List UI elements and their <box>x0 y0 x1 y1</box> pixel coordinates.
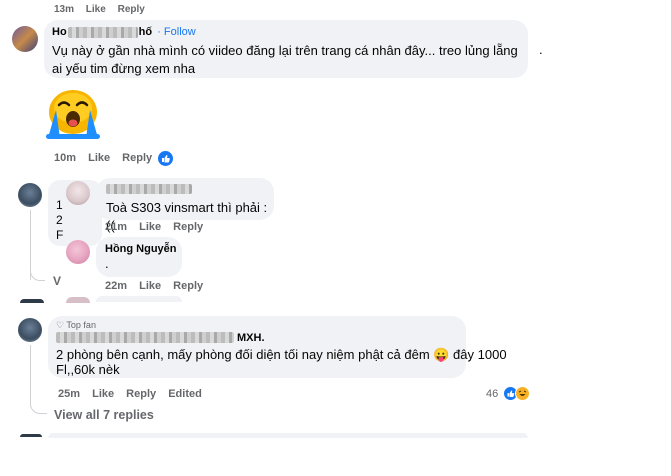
comment3-author-name-end[interactable]: MXH. <box>237 332 265 344</box>
reply2-reply-button[interactable]: Reply <box>173 280 203 292</box>
comment3-reaction-count: 46 <box>486 387 499 400</box>
reply2-text: . <box>105 256 109 271</box>
reply1-author-name-blur[interactable] <box>106 184 192 194</box>
comment3-like-button[interactable]: Like <box>92 388 114 400</box>
comment3-text-line1: 2 phòng bên cạnh, mấy phòng đối diện tối… <box>56 347 507 362</box>
comment3-meta-row: 25m Like Reply Edited <box>58 388 211 400</box>
top-meta-reply[interactable]: Reply <box>118 4 145 15</box>
reply1-reply-button[interactable]: Reply <box>173 221 203 233</box>
left-avatar-partial <box>20 299 44 303</box>
partial-letter-3: F <box>56 228 64 242</box>
comment3-author-name-blur[interactable] <box>56 332 234 343</box>
reply3-bubble-partial <box>96 296 182 302</box>
comment1-author-name-start[interactable]: Ho <box>52 26 67 38</box>
top-fan-label: Top fan <box>66 320 96 330</box>
comment3-time: 25m <box>58 388 81 400</box>
thread-curve-comment3 <box>30 395 47 414</box>
stray-dot: . <box>539 42 543 57</box>
comment1-reply-button[interactable]: Reply <box>122 152 152 164</box>
follow-link[interactable]: · Follow <box>157 26 196 38</box>
view-all-replies-link[interactable]: View all 7 replies <box>54 408 154 422</box>
reply1-time: 21m <box>105 221 128 233</box>
reply2-time: 22m <box>105 280 128 292</box>
bottom-avatar-partial <box>20 434 42 437</box>
top-meta-like[interactable]: Like <box>86 4 106 15</box>
avatar-reply3-partial[interactable] <box>66 297 90 303</box>
like-reaction-icon[interactable] <box>157 150 174 167</box>
comment3-reactions[interactable]: 46 <box>486 385 530 402</box>
reply2-author-name[interactable]: Hồng Nguyễn <box>105 243 177 255</box>
comment1-text: Vụ này ở gần nhà mình có viideo đăng lại… <box>52 43 518 76</box>
top-fan-badge: ♡ Top fan <box>56 320 96 331</box>
comment1-meta-row: 10m Like Reply <box>54 152 161 164</box>
reply2-like-button[interactable]: Like <box>139 280 161 292</box>
comment1-author-name-blur <box>67 26 138 38</box>
avatar-comment3[interactable] <box>18 318 42 342</box>
comment3-text-line2: Fl,,60k nèk <box>56 362 120 377</box>
comment1-author-name-end[interactable]: hố <box>139 26 152 38</box>
reply2-bubble: Hồng Nguyễn . <box>96 237 182 277</box>
comment1-time: 10m <box>54 152 77 164</box>
top-meta-time: 13m <box>54 4 75 15</box>
avatar-reply1[interactable] <box>66 181 90 205</box>
reply1-bubble: Toà S303 vinsmart thì phải :(( <box>96 178 274 233</box>
reply1-like-button[interactable]: Like <box>139 221 161 233</box>
avatar-left-partial-1[interactable] <box>18 183 42 207</box>
partial-letter-4[interactable]: V <box>53 272 61 290</box>
comment1-author-row: Ho hố · Follow <box>52 26 196 38</box>
comment1-bubble: Ho hố · Follow Vụ này ở gần nhà mình có v… <box>44 20 528 78</box>
comment3-reply-button[interactable]: Reply <box>126 388 156 400</box>
comment3-edited-label: Edited <box>168 388 202 400</box>
reply1-meta-row: 21m Like Reply <box>105 221 212 233</box>
top-meta-row: 13m Like Reply <box>54 4 154 15</box>
haha-reaction-icon <box>514 386 530 402</box>
avatar-comment1[interactable] <box>12 26 38 52</box>
comment1-like-button[interactable]: Like <box>88 152 110 164</box>
comment3-bubble: ♡ Top fan MXH. 2 phòng bên cạnh, mấy phò… <box>48 316 507 378</box>
crying-emoji-sticker <box>44 88 102 140</box>
bottom-bubble-partial <box>48 433 528 438</box>
reply2-meta-row: 22m Like Reply <box>105 280 212 292</box>
avatar-reply2[interactable] <box>66 240 90 264</box>
top-fan-icon: ♡ <box>56 320 65 330</box>
thread-curve-left <box>30 262 45 281</box>
